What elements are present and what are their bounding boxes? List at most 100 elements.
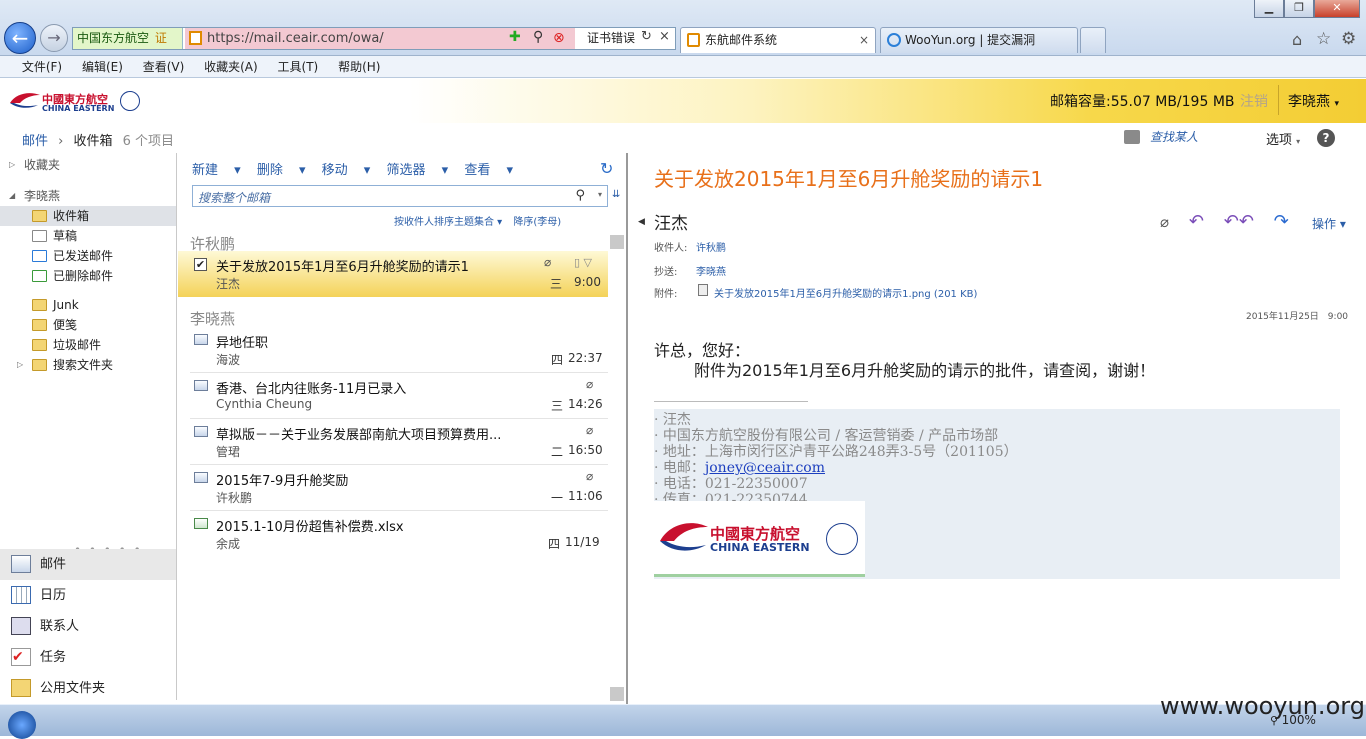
nav-contacts[interactable]: 联系人 (0, 611, 176, 642)
search-icon[interactable]: ⚲ (533, 29, 543, 45)
spam-folder-icon (32, 339, 47, 351)
address-book-icon[interactable] (1124, 130, 1140, 144)
item-count: 6 个项目 (122, 134, 175, 149)
folder-junk[interactable]: Junk (0, 295, 176, 315)
collapse-arrow-icon[interactable]: ◀ (638, 217, 645, 227)
attachment-icon[interactable]: ⌀ (1160, 213, 1169, 231)
favorites-star-icon[interactable]: ☆ (1316, 29, 1331, 49)
collapse-icon[interactable]: ◢ (9, 186, 15, 206)
message-row[interactable]: 2015.1-10月份超售补偿费.xlsx 余成 四 11/19 (178, 511, 608, 557)
attachment-link[interactable]: 关于发放2015年1月至6月升舱奖励的请示1.png (201 KB) (714, 285, 977, 300)
menu-favorites[interactable]: 收藏夹(A) (196, 56, 266, 78)
home-icon[interactable]: ⌂ (1292, 30, 1302, 49)
tab-owa-label: 东航邮件系统 (705, 33, 778, 47)
move-button[interactable]: 移动 ▾ (322, 163, 371, 178)
minimize-icon[interactable]: ▁ (1254, 0, 1284, 18)
menu-view[interactable]: 查看(V) (135, 56, 193, 78)
help-icon[interactable]: ? (1317, 129, 1335, 147)
nav-mail[interactable]: 邮件 (0, 549, 176, 580)
filter-button[interactable]: 筛选器 ▾ (386, 163, 448, 178)
folder-sent[interactable]: 已发送邮件 (0, 246, 176, 266)
url-text[interactable]: https://mail.ceair.com/owa/ (207, 28, 384, 49)
search-icon[interactable]: ⚲ (575, 188, 585, 203)
tab-wooyun[interactable]: WooYun.org | 提交漏洞 (880, 27, 1078, 53)
sort-by-button[interactable]: 按收件人排序主题集合 (394, 217, 494, 228)
cert-error-text[interactable]: 证书错误 (587, 28, 635, 49)
scroll-up-button[interactable] (610, 235, 624, 249)
flag-icon[interactable]: ▯ ▽ (574, 256, 592, 269)
search-folder-icon (32, 359, 47, 371)
compat-icon[interactable]: ✚ (509, 29, 521, 45)
message-row[interactable]: 草拟版－－关于业务发展部南航大项目预算费用... 管珺 ⌀ 二 16:50 (178, 419, 608, 465)
message-row[interactable]: 异地任职 海波 四 22:37 (178, 327, 608, 373)
user-name[interactable]: 李晓燕 ▾ (1288, 91, 1339, 111)
actions-menu[interactable]: 操作 ▾ (1312, 215, 1346, 232)
menu-file[interactable]: 文件(F) (14, 56, 70, 78)
refresh-icon[interactable]: ↻ (600, 159, 613, 178)
account-node[interactable]: ◢ 李晓燕 (0, 186, 176, 206)
folder-deleted[interactable]: 已删除邮件 (0, 266, 176, 286)
options-menu[interactable]: 选项 ▾ (1266, 129, 1300, 148)
start-button-icon[interactable] (8, 711, 36, 739)
nav-calendar[interactable]: 日历 (0, 580, 176, 611)
back-button[interactable]: ← (4, 22, 36, 54)
sig-logo-en: CHINA EASTERN (710, 541, 810, 554)
mail-read-icon (194, 472, 208, 483)
sent-icon (32, 250, 47, 262)
inbox-icon (32, 210, 47, 222)
expand-icon[interactable]: ▷ (17, 355, 23, 375)
forward-icon[interactable]: ↷ (1274, 211, 1289, 232)
message-row[interactable]: ✔ 关于发放2015年1月至6月升舱奖励的请示1 汪杰 ⌀ ▯ ▽ 三 9:00 (178, 251, 608, 297)
nav-public-folders[interactable]: 公用文件夹 (0, 673, 176, 704)
tools-gear-icon[interactable]: ⚙ (1341, 29, 1356, 49)
checkbox-icon[interactable]: ✔ (194, 258, 207, 271)
logout-link[interactable]: 注销 (1240, 91, 1268, 111)
favorites-node[interactable]: ▷ 收藏夹 (0, 155, 176, 175)
folder-drafts[interactable]: 草稿 (0, 226, 176, 246)
new-tab-button[interactable] (1080, 27, 1106, 53)
cc-label: 抄送: (654, 267, 678, 278)
menu-tools[interactable]: 工具(T) (270, 56, 327, 78)
group-header: 李晓燕 (190, 310, 236, 328)
sort-order-button[interactable]: 降序(李母) (513, 217, 561, 228)
mailbox-search-input[interactable]: 搜索整个邮箱 ⚲ ▾ (192, 185, 608, 207)
search-scope-dropdown[interactable]: ▾ (598, 190, 602, 199)
scroll-down-button[interactable] (610, 687, 624, 701)
to-recipient[interactable]: 许秋鹏 (696, 239, 726, 254)
new-button[interactable]: 新建 ▾ (192, 163, 241, 178)
breadcrumb: 邮件 › 收件箱 6 个项目 (22, 130, 174, 149)
reply-all-icon[interactable]: ↶↶ (1224, 211, 1254, 232)
message-row[interactable]: 香港、台北内往账务-11月已录入 Cynthia Cheung ⌀ 三 14:2… (178, 373, 608, 419)
folder-notes[interactable]: 便笺 (0, 315, 176, 335)
delete-button[interactable]: 删除 ▾ (257, 163, 306, 178)
folder-search[interactable]: ▷ 搜索文件夹 (0, 355, 176, 375)
refresh-icon[interactable]: ↻ (641, 29, 652, 44)
tab-close-icon[interactable]: × (859, 28, 869, 52)
nav-tasks[interactable]: ✔ 任务 (0, 642, 176, 673)
cc-recipient[interactable]: 李晓燕 (696, 263, 726, 278)
certificate-badge[interactable]: 中国东方航空 证 (73, 28, 183, 49)
reply-icon[interactable]: ↶ (1189, 211, 1204, 232)
address-bar[interactable]: 中国东方航空 证 https://mail.ceair.com/owa/ ✚ ⚲… (72, 27, 676, 50)
folder-pane: ▷ 收藏夹 ◢ 李晓燕 收件箱 草稿 已发送邮件 已删除邮件 Junk 便笺 垃圾邮… (0, 153, 177, 700)
folder-inbox[interactable]: 收件箱 (0, 206, 176, 226)
folder-spam[interactable]: 垃圾邮件 (0, 335, 176, 355)
tab-owa[interactable]: 东航邮件系统 × (680, 27, 876, 53)
trash-icon (32, 270, 47, 282)
stop-icon[interactable]: × (659, 29, 670, 44)
expand-icon[interactable]: ▷ (9, 155, 15, 175)
expand-search-icon[interactable]: ⇊ (612, 189, 620, 200)
close-window-icon[interactable]: ✕ (1314, 0, 1360, 18)
maximize-icon[interactable]: ❐ (1284, 0, 1314, 18)
message-body: 附件为2015年1月至6月升舱奖励的请示的批件，请查阅，谢谢！ (694, 361, 1156, 380)
menu-bar: 文件(F) 编辑(E) 查看(V) 收藏夹(A) 工具(T) 帮助(H) (0, 56, 1366, 78)
breadcrumb-mail[interactable]: 邮件 (22, 134, 48, 149)
menu-help[interactable]: 帮助(H) (330, 56, 388, 78)
message-row[interactable]: 2015年7-9月升舱奖励 许秋鹏 ⌀ 一 11:06 (178, 465, 608, 511)
view-button[interactable]: 查看 ▾ (464, 163, 513, 178)
find-people-link[interactable]: 查找某人 (1150, 128, 1198, 145)
skyteam-icon (826, 523, 858, 555)
menu-edit[interactable]: 编辑(E) (74, 56, 131, 78)
forward-button[interactable]: → (40, 24, 68, 52)
message-sender[interactable]: 汪杰 (654, 209, 688, 234)
